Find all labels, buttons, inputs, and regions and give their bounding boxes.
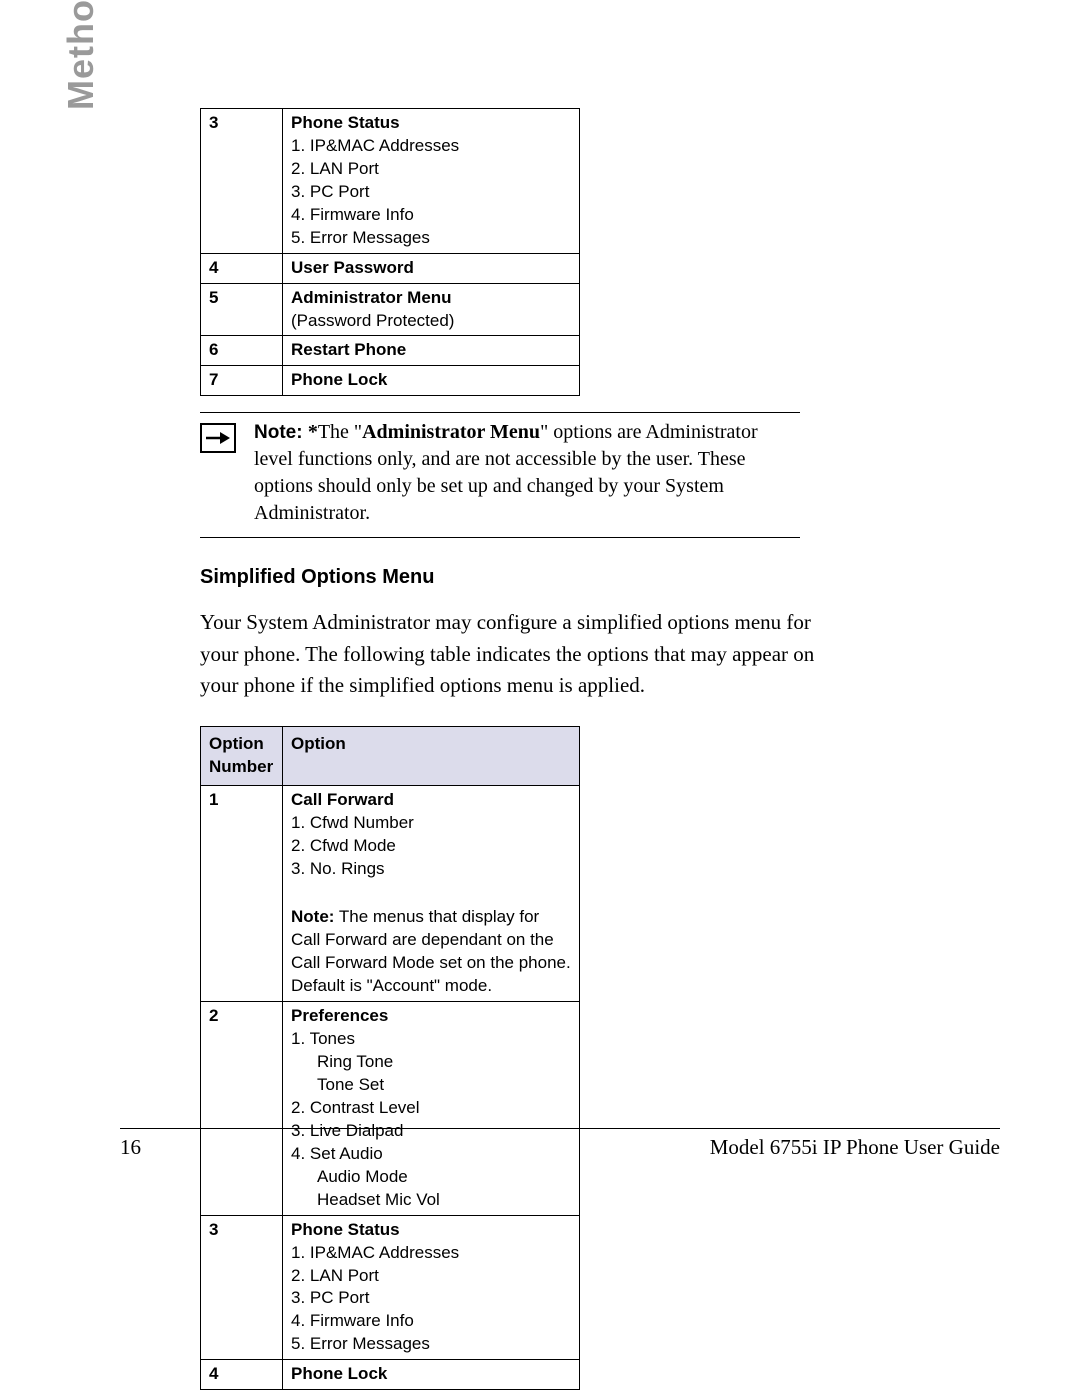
option-subitem: 4. Firmware Info [291, 1310, 571, 1333]
page-number: 16 [120, 1135, 141, 1160]
option-subitem: 3. PC Port [291, 181, 571, 204]
th-line2: Number [209, 756, 274, 779]
note-lead: The " [318, 421, 362, 443]
option-subitem: 3. No. Rings [291, 858, 571, 881]
option-note-label: Note: [291, 907, 334, 926]
option-subitem: 1. Cfwd Number [291, 812, 571, 835]
sidebar-section-title: Methods for Customizing Your Phone [60, 0, 102, 110]
option-subitem: 1. IP&MAC Addresses [291, 1242, 571, 1265]
option-number-cell: 4 [201, 253, 283, 283]
option-subitem: 1. IP&MAC Addresses [291, 135, 571, 158]
page-content: 3Phone Status1. IP&MAC Addresses2. LAN P… [200, 108, 840, 1390]
option-title: Administrator Menu [291, 287, 571, 310]
table-row: 4 Phone Lock [201, 1360, 580, 1390]
option-subitem: Ring Tone [291, 1051, 571, 1074]
option-number-cell: 3 [201, 109, 283, 254]
option-title: Phone Lock [291, 369, 571, 392]
option-subitem: 2. LAN Port [291, 158, 571, 181]
option-title: User Password [291, 257, 571, 280]
option-title: Phone Lock [291, 1363, 571, 1386]
option-subitem: 1. Tones [291, 1028, 571, 1051]
option-cell: Phone Status1. IP&MAC Addresses2. LAN Po… [283, 109, 580, 254]
option-subitem: Headset Mic Vol [291, 1189, 571, 1212]
options-table-continued: 3Phone Status1. IP&MAC Addresses2. LAN P… [200, 108, 580, 396]
option-subitem: (Password Protected) [291, 310, 571, 333]
option-subitem: 5. Error Messages [291, 1333, 571, 1356]
table-header-option-number: Option Number [201, 726, 283, 785]
footer-rule [120, 1128, 1000, 1129]
guide-title: Model 6755i IP Phone User Guide [710, 1135, 1000, 1160]
option-subitem: 4. Firmware Info [291, 204, 571, 227]
option-number-cell: 2 [201, 1002, 283, 1215]
option-cell: Phone Status1. IP&MAC Addresses2. LAN Po… [283, 1215, 580, 1360]
note-label: Note: [254, 422, 308, 443]
arrow-right-icon [200, 423, 236, 453]
table-row: 1Call Forward1. Cfwd Number2. Cfwd Mode3… [201, 785, 580, 1002]
spacer [291, 880, 571, 898]
note-asterisk: * [308, 421, 318, 443]
table-row: 2Preferences1. TonesRing ToneTone Set2. … [201, 1002, 580, 1215]
note-block: Note: *The "Administrator Menu" options … [200, 412, 800, 538]
option-number-cell: 1 [201, 785, 283, 1002]
option-subitem: 3. PC Port [291, 1287, 571, 1310]
table-row: 7 Phone Lock [201, 366, 580, 396]
option-cell: Administrator Menu(Password Protected) [283, 283, 580, 336]
option-title: Phone Status [291, 112, 571, 135]
simplified-options-table: Option Number Option 1Call Forward1. Cfw… [200, 726, 580, 1390]
option-subitem: 2. Contrast Level [291, 1097, 571, 1120]
option-cell: Restart Phone [283, 336, 580, 366]
option-number-cell: 4 [201, 1360, 283, 1390]
option-cell: User Password [283, 253, 580, 283]
table-header-option: Option [283, 726, 580, 785]
table-row: 4 User Password [201, 253, 580, 283]
table-row: 6 Restart Phone [201, 336, 580, 366]
option-subitem: Tone Set [291, 1074, 571, 1097]
option-subitem: Audio Mode [291, 1166, 571, 1189]
table-row: 3Phone Status1. IP&MAC Addresses2. LAN P… [201, 109, 580, 254]
option-number-cell: 3 [201, 1215, 283, 1360]
table-row: 5Administrator Menu(Password Protected) [201, 283, 580, 336]
option-title: Call Forward [291, 789, 571, 812]
option-cell: Call Forward1. Cfwd Number2. Cfwd Mode3.… [283, 785, 580, 1002]
section-heading: Simplified Options Menu [200, 566, 840, 589]
option-subitem: 5. Error Messages [291, 227, 571, 250]
option-cell: Preferences1. TonesRing ToneTone Set2. C… [283, 1002, 580, 1215]
note-rule-bottom [200, 537, 800, 538]
option-cell: Phone Lock [283, 366, 580, 396]
note-text: Note: *The "Administrator Menu" options … [254, 419, 800, 527]
note-bold-term: Administrator Menu [362, 421, 540, 443]
option-title: Restart Phone [291, 339, 571, 362]
option-subitem: 2. Cfwd Mode [291, 835, 571, 858]
option-title: Phone Status [291, 1219, 571, 1242]
option-number-cell: 5 [201, 283, 283, 336]
option-number-cell: 7 [201, 366, 283, 396]
th-line1: Option [209, 733, 274, 756]
option-title: Preferences [291, 1005, 571, 1028]
option-note: Note: The menus that display for Call Fo… [291, 906, 571, 998]
option-subitem: 2. LAN Port [291, 1265, 571, 1288]
option-number-cell: 6 [201, 336, 283, 366]
page-footer: 16 Model 6755i IP Phone User Guide [120, 1128, 1000, 1160]
table-row: 3Phone Status1. IP&MAC Addresses2. LAN P… [201, 1215, 580, 1360]
section-paragraph: Your System Administrator may configure … [200, 607, 840, 702]
option-cell: Phone Lock [283, 1360, 580, 1390]
